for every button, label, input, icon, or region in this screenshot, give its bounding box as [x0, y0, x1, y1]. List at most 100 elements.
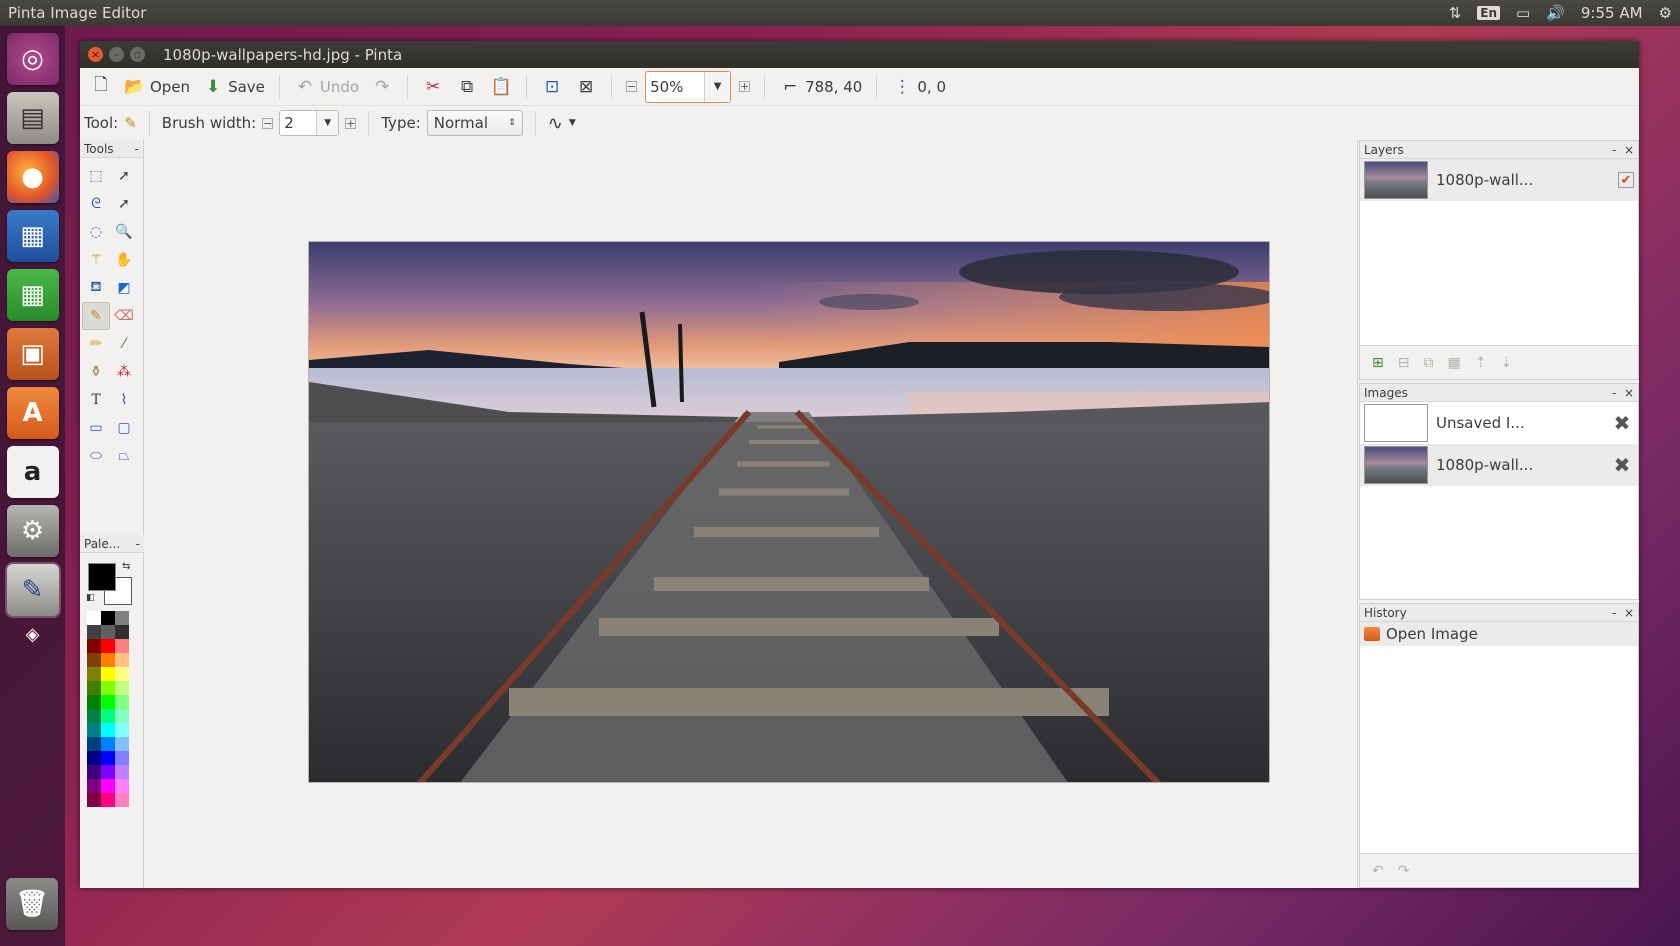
palette-swatch[interactable] [87, 639, 101, 653]
image-row[interactable]: Unsaved I... ✖ [1360, 402, 1638, 444]
palette-swatch[interactable] [87, 695, 101, 709]
save-button[interactable]: ⬇ Save [198, 72, 269, 102]
brush-width-decrease-button[interactable]: − [262, 117, 274, 129]
move-layer-up-icon[interactable]: ⇡ [1475, 355, 1487, 371]
recolor-tool-icon[interactable]: ⁂ [110, 358, 138, 386]
libreoffice-calc-icon[interactable]: ▦ [6, 269, 59, 321]
files-icon[interactable]: ▤ [6, 92, 59, 144]
lasso-select-tool-icon[interactable]: ᘓ [82, 190, 110, 218]
palette-swatch[interactable] [101, 779, 115, 793]
chevron-down-icon[interactable]: ▼ [704, 71, 731, 102]
chevron-down-icon[interactable]: ▼ [569, 118, 576, 128]
palette-swatch[interactable] [115, 667, 129, 681]
pan-tool-icon[interactable]: ✋ [110, 246, 138, 274]
settings-gear-icon[interactable]: ⚙ [1659, 4, 1672, 22]
paint-bucket-tool-icon[interactable]: ⛾ [82, 274, 110, 302]
palette-swatch[interactable] [115, 611, 129, 625]
zoom-tool-icon[interactable]: 🔍 [110, 218, 138, 246]
chevron-down-icon[interactable]: ▼ [316, 111, 339, 135]
railway-photo[interactable] [309, 242, 1270, 783]
palette-swatch[interactable] [115, 751, 129, 765]
rectangle-tool-icon[interactable]: ▭ [82, 414, 110, 442]
line-curve-tool-icon[interactable]: ⌇ [110, 386, 138, 414]
freeform-shape-tool-icon[interactable]: ⏢ [110, 442, 138, 470]
history-undo-icon[interactable]: ↶ [1372, 863, 1384, 879]
firefox-icon[interactable]: ● [6, 151, 59, 203]
rectangle-select-tool-icon[interactable]: ⬚ [82, 162, 110, 190]
panel-controls[interactable]: - × [1612, 386, 1634, 400]
delete-layer-icon[interactable]: ⊟ [1398, 355, 1410, 371]
palette-swatch[interactable] [87, 625, 101, 639]
palette-swatch[interactable] [87, 709, 101, 723]
palette-swatch[interactable] [87, 681, 101, 695]
layer-row[interactable]: 1080p-wall... ✔ [1360, 159, 1638, 201]
duplicate-layer-icon[interactable]: ⧉ [1423, 355, 1433, 371]
close-image-icon[interactable]: ✖ [1610, 411, 1634, 435]
ubuntu-dash-icon[interactable]: ◎ [6, 33, 59, 85]
palette-swatch[interactable] [101, 695, 115, 709]
history-item[interactable]: Open Image [1360, 622, 1638, 646]
color-palette-grid[interactable] [87, 611, 144, 807]
close-image-icon[interactable]: ✖ [1610, 453, 1634, 477]
panel-controls[interactable]: - × [1612, 143, 1634, 157]
collapse-icon[interactable]: - [136, 537, 140, 551]
keyboard-layout-indicator[interactable]: En [1477, 6, 1501, 20]
system-settings-icon[interactable]: ⚙ [6, 505, 59, 557]
paste-button[interactable]: 📋 [486, 72, 516, 102]
palette-swatch[interactable] [87, 737, 101, 751]
deselect-button[interactable]: ⊠ [571, 72, 601, 102]
palette-swatch[interactable] [87, 667, 101, 681]
palette-swatch[interactable] [115, 737, 129, 751]
palette-swatch[interactable] [115, 793, 129, 807]
palette-swatch[interactable] [101, 653, 115, 667]
maximize-window-button[interactable]: ▫ [130, 47, 145, 62]
clock[interactable]: 9:55 AM [1581, 4, 1643, 22]
palette-swatch[interactable] [115, 681, 129, 695]
zoom-in-button[interactable]: + [735, 72, 754, 102]
zoom-value[interactable]: 50% [646, 78, 704, 96]
clone-stamp-tool-icon[interactable]: ⚱ [82, 358, 110, 386]
palette-swatch[interactable] [101, 625, 115, 639]
palette-swatch[interactable] [101, 793, 115, 807]
palette-swatch[interactable] [87, 793, 101, 807]
eraser-tool-icon[interactable]: ⌫ [110, 302, 138, 330]
image-row[interactable]: 1080p-wall... ✖ [1360, 444, 1638, 486]
minimize-window-button[interactable]: – [109, 47, 124, 62]
open-button[interactable]: 📂 Open [120, 72, 194, 102]
workspace-switcher-icon[interactable]: ◈ [16, 620, 50, 648]
layer-visibility-checkbox[interactable]: ✔ [1618, 172, 1634, 188]
image-canvas[interactable] [308, 241, 1270, 783]
palette-swatch[interactable] [101, 737, 115, 751]
palette-swatch[interactable] [115, 723, 129, 737]
move-layer-down-icon[interactable]: ⇣ [1500, 355, 1512, 371]
volume-icon[interactable]: 🔊 [1546, 4, 1565, 22]
palette-swatch[interactable] [87, 779, 101, 793]
merge-layer-icon[interactable]: ▦ [1447, 355, 1460, 371]
palette-swatch[interactable] [87, 723, 101, 737]
brush-width-increase-button[interactable]: + [345, 117, 357, 129]
palette-swatch[interactable] [101, 765, 115, 779]
pencil-tool-icon[interactable]: ✏ [82, 330, 110, 358]
move-selection-tool-icon[interactable]: ➚ [110, 190, 138, 218]
swap-colors-icon[interactable]: ⇆ [122, 561, 130, 572]
trash-icon[interactable]: 🗑 [6, 878, 58, 930]
undo-button[interactable]: ↶ Undo [290, 72, 363, 102]
palette-swatch[interactable] [115, 653, 129, 667]
software-center-icon[interactable]: A [6, 387, 59, 439]
palette-swatch[interactable] [101, 611, 115, 625]
antialiasing-button[interactable]: ∿ [548, 113, 563, 134]
move-selected-tool-icon[interactable]: ➚ [110, 162, 138, 190]
rounded-rectangle-tool-icon[interactable]: ▢ [110, 414, 138, 442]
primary-color-swatch[interactable] [88, 563, 116, 591]
new-image-button[interactable]: 🗋 [86, 72, 116, 102]
canvas-area[interactable] [146, 140, 1358, 888]
redo-button[interactable]: ↷ [367, 72, 397, 102]
panel-controls[interactable]: - × [1612, 606, 1634, 620]
libreoffice-writer-icon[interactable]: ▦ [6, 210, 59, 262]
history-redo-icon[interactable]: ↷ [1398, 863, 1410, 879]
palette-swatch[interactable] [115, 695, 129, 709]
palette-swatch[interactable] [115, 639, 129, 653]
gradient-tool-icon[interactable]: ◩ [110, 274, 138, 302]
palette-swatch[interactable] [115, 779, 129, 793]
palette-swatch[interactable] [101, 723, 115, 737]
